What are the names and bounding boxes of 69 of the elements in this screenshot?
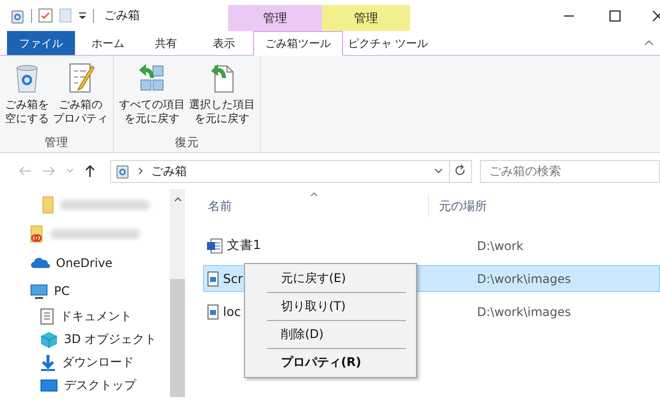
nav-item[interactable]: PC bbox=[0, 276, 170, 306]
ribbon-tab[interactable]: ホーム bbox=[79, 31, 137, 55]
group-label: 管理 bbox=[44, 135, 68, 150]
ribbon-button[interactable]: すべての項目 を元に戻す bbox=[118, 60, 186, 135]
up-arrow-icon bbox=[84, 164, 96, 178]
download-arrow-icon bbox=[40, 354, 56, 372]
menu-item[interactable]: 元に戻す(E) bbox=[245, 267, 416, 290]
word-document-icon bbox=[207, 238, 223, 254]
original-location: D:\work bbox=[477, 238, 524, 252]
sort-ascending-icon bbox=[310, 192, 318, 197]
forward-arrow-icon bbox=[42, 165, 56, 177]
original-location: D:\work\images bbox=[477, 304, 572, 318]
nav-item[interactable]: OneDrive bbox=[0, 248, 170, 277]
document-icon bbox=[59, 8, 72, 23]
search-field[interactable]: ごみ箱の検索 bbox=[480, 160, 660, 182]
forward-button[interactable] bbox=[42, 165, 56, 177]
nav-item[interactable]: 3D オブジェクト bbox=[0, 328, 170, 352]
desktop-icon bbox=[40, 379, 58, 392]
image-file-icon bbox=[207, 304, 219, 320]
ribbon-button[interactable]: ごみ箱を 空にする bbox=[4, 60, 50, 135]
ribbon-tab[interactable]: ピクチャ ツール bbox=[343, 31, 433, 55]
column-header[interactable]: 名前 bbox=[203, 198, 428, 214]
chevron-down-icon bbox=[66, 168, 74, 174]
context-tab-header: 管理 bbox=[322, 5, 410, 31]
breadcrumb-chevron-icon bbox=[138, 167, 143, 175]
context-tab-header: 管理 bbox=[228, 5, 322, 31]
scrollbar[interactable] bbox=[170, 189, 185, 397]
nav-item[interactable]: ドキュメント bbox=[0, 305, 170, 328]
column-header[interactable]: 元の場所 bbox=[428, 195, 487, 217]
address-bar[interactable]: ごみ箱 bbox=[110, 160, 450, 182]
monitor-icon bbox=[30, 284, 48, 299]
recycle-bin-icon bbox=[115, 163, 130, 179]
recent-locations-button[interactable] bbox=[66, 168, 74, 174]
maximize-icon bbox=[609, 10, 621, 22]
recycle-bin-icon bbox=[10, 8, 25, 24]
back-arrow-icon bbox=[18, 165, 32, 177]
ribbon-tab[interactable]: 共有 bbox=[137, 31, 195, 55]
window-title: ごみ箱 bbox=[104, 7, 140, 24]
folder-icon bbox=[42, 196, 54, 214]
dropdown-icon bbox=[78, 10, 87, 20]
up-button[interactable] bbox=[84, 164, 96, 178]
back-button[interactable] bbox=[18, 165, 32, 177]
cloud-folder-icon bbox=[30, 224, 44, 243]
image-file-icon bbox=[207, 270, 219, 286]
cube-icon bbox=[40, 331, 58, 348]
refresh-button[interactable] bbox=[450, 160, 472, 182]
ribbon-tab[interactable]: ファイル bbox=[7, 31, 75, 55]
document-icon bbox=[40, 308, 54, 326]
cloud-icon bbox=[30, 256, 50, 269]
menu-item[interactable]: 切り取り(T) bbox=[245, 295, 416, 318]
refresh-icon bbox=[455, 165, 466, 177]
file-name: loc bbox=[223, 304, 241, 319]
ribbon-tab[interactable]: ごみ箱ツール bbox=[253, 31, 343, 56]
nav-item[interactable]: ダウンロード bbox=[0, 351, 170, 374]
scroll-up-icon bbox=[174, 197, 182, 202]
ribbon-tab[interactable]: 表示 bbox=[195, 31, 253, 55]
original-location: D:\work\images bbox=[477, 272, 572, 286]
nav-item[interactable]: デスクトップ bbox=[0, 374, 170, 397]
checklist-icon bbox=[38, 8, 53, 23]
close-icon bbox=[652, 10, 660, 22]
file-name: 文書1 bbox=[227, 237, 261, 254]
chevron-down-icon bbox=[434, 168, 443, 174]
ribbon-button[interactable]: 選択した項目 を元に戻す bbox=[188, 60, 256, 135]
file-name: Scr bbox=[223, 271, 243, 286]
ribbon-button[interactable]: ごみ箱の プロパティ bbox=[52, 60, 109, 135]
menu-item[interactable]: プロパティ(R) bbox=[245, 351, 416, 374]
menu-item[interactable]: 削除(D) bbox=[245, 323, 416, 346]
group-label: 復元 bbox=[175, 135, 199, 150]
collapse-ribbon-icon bbox=[644, 40, 654, 46]
